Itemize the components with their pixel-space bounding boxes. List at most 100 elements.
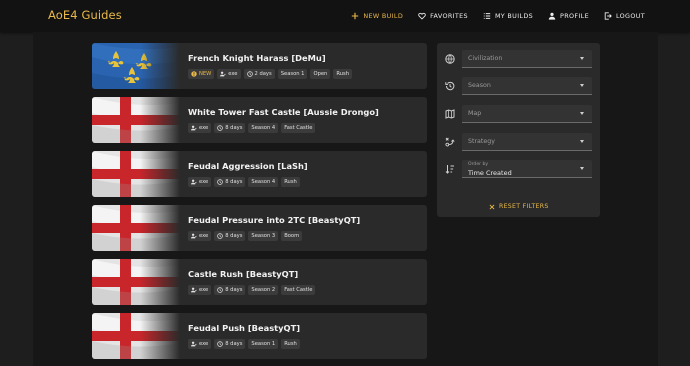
civ-flag-image <box>92 205 180 251</box>
england-flag <box>92 259 180 305</box>
logout-button[interactable]: LOGOUT <box>604 12 645 20</box>
strategy-tag: Open <box>310 69 331 79</box>
strategy-icon <box>445 137 455 147</box>
clock-icon <box>217 233 223 239</box>
strategy-tag: Fast Castle <box>281 285 316 295</box>
chevron-down-icon <box>580 167 584 170</box>
chevron-down-icon <box>580 140 584 143</box>
civilization-select[interactable]: Civilization <box>462 50 592 68</box>
england-flag <box>92 151 180 197</box>
profile-button[interactable]: PROFILE <box>548 12 589 20</box>
author-tag: exe <box>188 123 212 133</box>
build-title: Feudal Pressure into 2TC [BeastyQT] <box>188 215 361 225</box>
new-build-label: NEW BUILD <box>363 12 404 20</box>
civilization-placeholder: Civilization <box>468 55 503 62</box>
build-title: White Tower Fast Castle [Aussie Drongo] <box>188 107 379 117</box>
age-label: 8 days <box>225 179 243 185</box>
heart-icon <box>418 12 426 20</box>
civ-flag-image <box>92 43 180 89</box>
age-tag: 8 days <box>214 123 246 133</box>
top-navbar: AoE4 Guides NEW BUILD FAVORITES MY BUILD… <box>0 0 690 32</box>
order-value: Time Created <box>468 169 512 177</box>
author-tag: exe <box>188 177 212 187</box>
strategy-filter-row: Strategy <box>437 133 600 151</box>
strategy-select[interactable]: Strategy <box>462 133 592 151</box>
author-label: exe <box>199 179 209 185</box>
plus-icon <box>352 12 359 20</box>
build-title: Feudal Aggression [LaSh] <box>188 161 308 171</box>
clock-icon <box>246 71 253 77</box>
build-card[interactable]: Feudal Pressure into 2TC [BeastyQT] exe … <box>92 205 427 251</box>
france-flag <box>92 43 180 89</box>
author-label: exe <box>199 287 209 293</box>
user-edit-icon <box>191 287 197 293</box>
age-tag: 2 days <box>243 69 275 79</box>
build-tags: exe 8 days Season 2 Fast Castle <box>188 285 316 295</box>
chevron-down-icon <box>580 112 584 115</box>
england-flag <box>92 313 180 359</box>
age-label: 8 days <box>225 341 243 347</box>
season-filter-row: Season <box>437 77 600 95</box>
season-tag: Season 2 <box>248 285 279 295</box>
globe-icon <box>445 54 455 64</box>
user-edit-icon <box>220 71 226 77</box>
reset-filters-button[interactable]: RESET FILTERS <box>489 203 549 210</box>
favorites-label: FAVORITES <box>430 12 468 20</box>
user-edit-icon <box>191 341 197 347</box>
favorites-button[interactable]: FAVORITES <box>418 12 468 20</box>
app-title[interactable]: AoE4 Guides <box>48 8 122 22</box>
my-builds-button[interactable]: MY BUILDS <box>483 12 533 20</box>
order-filter-row: Order by Time Created <box>437 160 600 178</box>
build-card[interactable]: French Knight Harass [DeMu] NEW exe 2 da… <box>92 43 427 89</box>
clock-icon <box>217 341 223 347</box>
strategy-tag: Rush <box>333 69 352 79</box>
order-select[interactable]: Order by Time Created <box>462 160 592 178</box>
civilization-filter-row: Civilization <box>437 50 600 68</box>
build-tags: exe 8 days Season 4 Rush <box>188 177 300 187</box>
age-tag: 8 days <box>214 285 246 295</box>
new-badge-label: NEW <box>199 71 212 77</box>
strategy-tag: Rush <box>281 177 300 187</box>
author-tag: exe <box>217 69 241 79</box>
build-tags: exe 8 days Season 3 Boom <box>188 231 303 241</box>
build-title: Feudal Push [BeastyQT] <box>188 323 301 333</box>
build-card[interactable]: White Tower Fast Castle [Aussie Drongo] … <box>92 97 427 143</box>
season-select[interactable]: Season <box>462 77 592 95</box>
build-card[interactable]: Feudal Push [BeastyQT] exe 8 days Season… <box>92 313 427 359</box>
nav-menu: NEW BUILD FAVORITES MY BUILDS PROFILE LO… <box>351 0 645 32</box>
clock-icon <box>217 287 223 293</box>
close-icon <box>489 204 495 209</box>
person-icon <box>548 12 556 20</box>
age-tag: 8 days <box>214 231 246 241</box>
clock-icon <box>217 179 223 185</box>
author-tag: exe <box>188 285 212 295</box>
build-tags: NEW exe 2 days Season 1 Open Rush <box>188 69 352 79</box>
info-icon <box>191 71 197 77</box>
civ-flag-image <box>92 259 180 305</box>
build-card[interactable]: Castle Rush [BeastyQT] exe 8 days Season… <box>92 259 427 305</box>
map-select[interactable]: Map <box>462 105 592 123</box>
filters-panel: Civilization Season Map Strategy Order b… <box>437 43 600 217</box>
user-edit-icon <box>191 233 197 239</box>
strategy-tag: Boom <box>281 231 303 241</box>
reset-filters-label: RESET FILTERS <box>499 203 549 210</box>
logout-label: LOGOUT <box>615 12 645 20</box>
season-tag: Season 1 <box>277 69 308 79</box>
season-tag: Season 3 <box>248 231 279 241</box>
build-tags: exe 8 days Season 4 Fast Castle <box>188 123 316 133</box>
user-edit-icon <box>191 125 197 131</box>
build-title: French Knight Harass [DeMu] <box>188 53 326 63</box>
season-tag: Season 4 <box>248 177 279 187</box>
age-label: 8 days <box>225 233 243 239</box>
build-tags: exe 8 days Season 1 Rush <box>188 339 300 349</box>
author-label: exe <box>228 71 238 77</box>
clock-icon <box>217 125 223 131</box>
author-label: exe <box>199 341 209 347</box>
history-icon <box>445 81 455 91</box>
new-badge: NEW <box>188 69 215 79</box>
strategy-tag: Fast Castle <box>281 123 316 133</box>
age-label: 8 days <box>225 287 243 293</box>
build-card[interactable]: Feudal Aggression [LaSh] exe 8 days Seas… <box>92 151 427 197</box>
author-label: exe <box>199 125 209 131</box>
new-build-button[interactable]: NEW BUILD <box>351 12 403 20</box>
